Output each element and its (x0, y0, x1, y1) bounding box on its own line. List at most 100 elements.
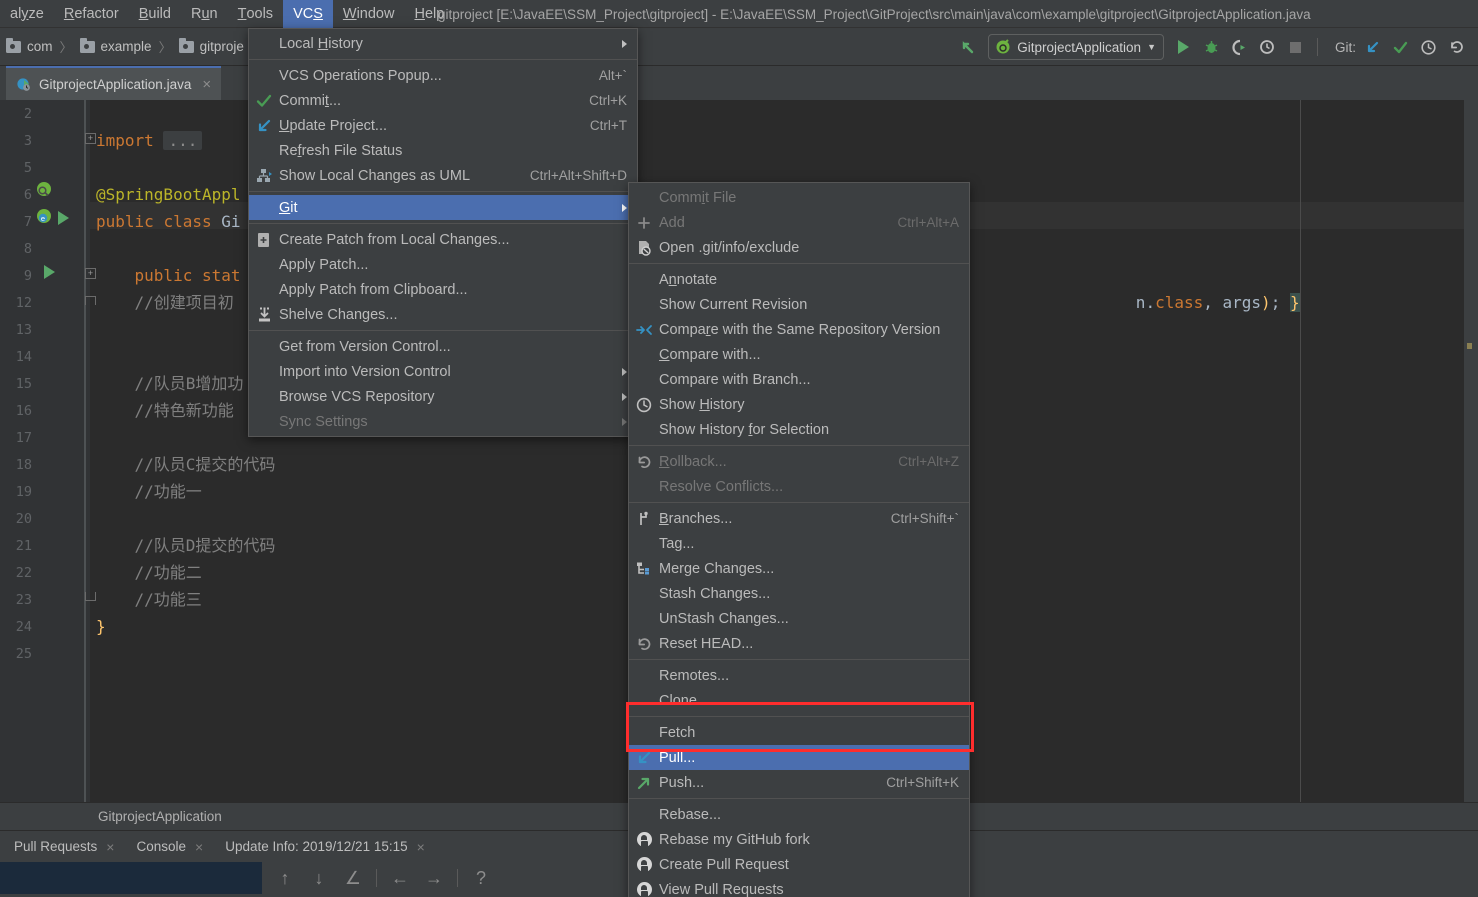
editor-scrollbar[interactable] (1464, 100, 1478, 802)
vcs-menu-item-local-history[interactable]: Local History (249, 31, 637, 56)
run-gutter-icon[interactable] (58, 211, 69, 225)
rollback-icon[interactable] (1442, 33, 1470, 61)
git-menu-item-unstash-changes[interactable]: UnStash Changes... (629, 606, 969, 631)
gutter-line-18[interactable]: 18 (0, 451, 90, 478)
chevron-down-icon[interactable]: ▼ (1147, 42, 1156, 52)
tool-window-tab-update-info-2019-12-21-15-15[interactable]: Update Info: 2019/12/21 15:15 × (225, 839, 425, 855)
gutter-line-15[interactable]: 15 (0, 370, 90, 397)
breadcrumb-item-gitproje[interactable]: gitproje (178, 37, 244, 54)
forward-icon[interactable]: → (417, 862, 451, 894)
fold-expand-icon-2[interactable]: + (85, 268, 96, 279)
vcs-menu-item-refresh-file-status[interactable]: Refresh File Status (249, 138, 637, 163)
git-menu-item-compare-with[interactable]: Compare with... (629, 342, 969, 367)
git-menu-item-show-history[interactable]: Show History (629, 392, 969, 417)
run-method-gutter-icon[interactable] (44, 265, 55, 279)
git-menu-item-compare-with-the-same-repository-version[interactable]: Compare with the Same Repository Version (629, 317, 969, 342)
tool-window-tab-console[interactable]: Console × (136, 839, 203, 855)
menubar-item-refactor[interactable]: Refactor (54, 0, 129, 28)
gutter-line-16[interactable]: 16 (0, 397, 90, 424)
gutter-line-21[interactable]: 21 (0, 532, 90, 559)
git-menu-item-reset-head[interactable]: Reset HEAD... (629, 631, 969, 656)
git-menu-item-tag[interactable]: Tag... (629, 531, 969, 556)
vcs-menu-item-commit[interactable]: Commit... Ctrl+K (249, 88, 637, 113)
fold-region-end-icon[interactable] (85, 592, 96, 601)
git-menu-item-compare-with-branch[interactable]: Compare with Branch... (629, 367, 969, 392)
gutter-line-2[interactable]: 2 (0, 100, 90, 127)
menubar-item-build[interactable]: Build (129, 0, 181, 28)
vcs-menu-item-apply-patch-from-clipboard[interactable]: Apply Patch from Clipboard... (249, 277, 637, 302)
git-menu-item-pull[interactable]: Pull... (629, 745, 969, 770)
history-icon[interactable] (1414, 33, 1442, 61)
gutter-line-13[interactable]: 13 (0, 316, 90, 343)
vcs-menu-item-create-patch-from-local-changes[interactable]: Create Patch from Local Changes... (249, 227, 637, 252)
git-menu-item-merge-changes[interactable]: Merge Changes... (629, 556, 969, 581)
git-menu-item-rebase[interactable]: Rebase... (629, 802, 969, 827)
menubar-item-vcs[interactable]: VC S (283, 0, 333, 28)
git-menu-item-view-pull-requests[interactable]: View Pull Requests (629, 877, 969, 897)
git-menu-item-push[interactable]: Push... Ctrl+Shift+K (629, 770, 969, 795)
git-menu-item-clone[interactable]: Clone... (629, 688, 969, 713)
menubar-item-window[interactable]: Window (333, 0, 405, 28)
git-menu-item-stash-changes[interactable]: Stash Changes... (629, 581, 969, 606)
close-icon[interactable]: × (417, 839, 425, 855)
vcs-menu-item-show-local-changes-as-uml[interactable]: Show Local Changes as UML Ctrl+Alt+Shift+… (249, 163, 637, 188)
profile-icon[interactable] (1254, 33, 1282, 61)
next-occurrence-icon[interactable]: ↓ (302, 862, 336, 894)
menubar-item-alyze[interactable]: al y ze (0, 0, 54, 28)
commit-icon[interactable] (1386, 33, 1414, 61)
tool-window-content-panel[interactable] (0, 862, 262, 894)
gutter-line-3[interactable]: 3 (0, 127, 90, 154)
error-stripe-marker[interactable] (1467, 343, 1472, 349)
gutter-line-5[interactable]: 5 (0, 154, 90, 181)
edit-source-icon[interactable]: ∠ (336, 862, 370, 894)
git-menu-item-annotate[interactable]: Annotate (629, 267, 969, 292)
vcs-menu-item-vcs-operations-popup[interactable]: VCS Operations Popup... Alt+` (249, 63, 637, 88)
git-menu-item-rebase-my-github-fork[interactable]: Rebase my GitHub fork (629, 827, 969, 852)
vcs-menu-item-apply-patch[interactable]: Apply Patch... (249, 252, 637, 277)
fold-expand-icon[interactable]: + (85, 133, 96, 144)
spring-config-gutter-icon[interactable]: e (34, 207, 54, 232)
editor-tab-close-icon[interactable]: × (202, 76, 211, 93)
git-menu-item-show-current-revision[interactable]: Show Current Revision (629, 292, 969, 317)
git-menu-item-fetch[interactable]: Fetch (629, 720, 969, 745)
vcs-menu-item-get-from-version-control[interactable]: Get from Version Control... (249, 334, 637, 359)
gutter-line-23[interactable]: 23 (0, 586, 90, 613)
vcs-menu-item-shelve-changes[interactable]: Shelve Changes... (249, 302, 637, 327)
breadcrumb-item-example[interactable]: example (79, 37, 152, 54)
menubar-item-tools[interactable]: Tools (228, 0, 283, 28)
close-icon[interactable]: × (106, 839, 114, 855)
spring-bean-gutter-icon[interactable] (34, 180, 54, 205)
git-submenu[interactable]: Commit File Add Ctrl+Alt+A Open .git/info/e… (628, 182, 970, 897)
fold-region-start-icon[interactable] (85, 296, 96, 305)
git-menu-item-remotes[interactable]: Remotes... (629, 663, 969, 688)
close-icon[interactable]: × (195, 839, 203, 855)
gutter-line-19[interactable]: 19 (0, 478, 90, 505)
gutter-line-8[interactable]: 8 (0, 235, 90, 262)
vcs-menu-item-import-into-version-control[interactable]: Import into Version Control (249, 359, 637, 384)
update-project-icon[interactable] (1358, 33, 1386, 61)
git-menu-item-show-history-for-selection[interactable]: Show History for Selection (629, 417, 969, 442)
back-icon[interactable]: ← (383, 862, 417, 894)
gutter-line-14[interactable]: 14 (0, 343, 90, 370)
git-menu-item-open-git-info-exclude[interactable]: Open .git/info/exclude (629, 235, 969, 260)
run-with-coverage-icon[interactable] (1226, 33, 1254, 61)
back-arrow-icon[interactable] (954, 33, 982, 61)
editor-tab-gitprojectapplication[interactable]: GitprojectApplication.java × (6, 66, 222, 100)
gutter-line-20[interactable]: 20 (0, 505, 90, 532)
vcs-menu-item-update-project[interactable]: Update Project... Ctrl+T (249, 113, 637, 138)
menubar-item-run[interactable]: Run (181, 0, 228, 28)
prev-occurrence-icon[interactable]: ↑ (268, 862, 302, 894)
help-icon[interactable]: ? (464, 862, 498, 894)
git-menu-item-branches[interactable]: Branches... Ctrl+Shift+` (629, 506, 969, 531)
breadcrumb-item-com[interactable]: com (6, 37, 53, 54)
git-menu-item-create-pull-request[interactable]: Create Pull Request (629, 852, 969, 877)
vcs-menu-item-git[interactable]: Git (249, 195, 637, 220)
gutter-line-25[interactable]: 25 (0, 640, 90, 667)
gutter-line-12[interactable]: 12 (0, 289, 90, 316)
run-configuration-selector[interactable]: GitprojectApplication ▼ (988, 34, 1164, 60)
vcs-menu-item-browse-vcs-repository[interactable]: Browse VCS Repository (249, 384, 637, 409)
tool-window-tab-pull-requests[interactable]: Pull Requests × (14, 839, 114, 855)
gutter-line-22[interactable]: 22 (0, 559, 90, 586)
gutter-line-24[interactable]: 24 (0, 613, 90, 640)
run-icon[interactable] (1170, 33, 1198, 61)
